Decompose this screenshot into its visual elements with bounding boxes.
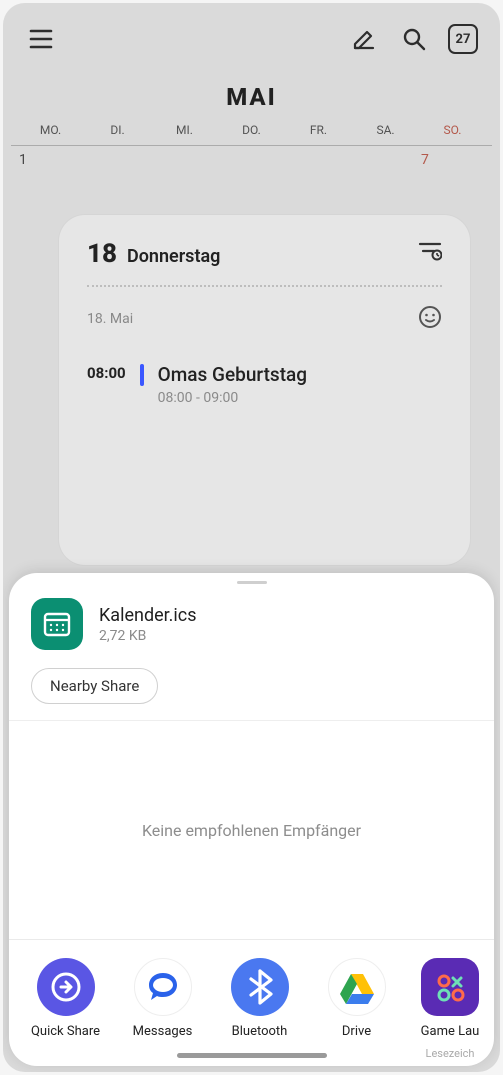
quick-share-icon [49,970,83,1004]
share-targets[interactable]: Quick Share Messages Bluetooth Drive [9,940,494,1066]
drag-handle[interactable] [237,581,267,584]
sticker-icon[interactable] [418,305,442,333]
day-name: Donnerstag [127,246,220,267]
event-marker [140,364,144,386]
share-sheet: Kalender.ics 2,72 KB Nearby Share Keine … [9,573,494,1066]
search-icon[interactable] [398,23,430,55]
event-time: 08:00 [87,363,126,382]
nearby-share-button[interactable]: Nearby Share [31,668,158,704]
messages-icon [143,967,183,1007]
day-number: 18 [87,239,117,269]
event-range: 08:00 - 09:00 [158,390,442,406]
file-size: 2,72 KB [99,628,197,644]
day-detail-card: 18 Donnerstag 18. Mai 08:00 Omas Geburts… [59,215,470,565]
file-name: Kalender.ics [99,605,197,626]
calendar-file-icon [31,598,83,650]
share-target-drive[interactable]: Drive [308,958,405,1060]
share-target-quickshare[interactable]: Quick Share [17,958,114,1060]
month-title: MAI [11,83,492,111]
no-recipients-label: Keine empfohlenen Empfänger [9,721,494,939]
event-title: Omas Geburtstag [158,363,442,386]
menu-icon[interactable] [25,23,57,55]
edit-icon[interactable] [348,23,380,55]
game-launcher-icon [433,970,467,1004]
home-indicator[interactable] [177,1053,327,1058]
today-badge: 27 [456,32,471,47]
today-button[interactable]: 27 [448,24,478,54]
share-target-messages[interactable]: Messages [114,958,211,1060]
share-target-gamelauncher[interactable]: Game Lau Lesezeich [405,958,494,1060]
day-date-label: 18. Mai [87,311,133,327]
share-target-bluetooth[interactable]: Bluetooth [211,958,308,1060]
filter-icon[interactable] [418,240,442,266]
event-item[interactable]: 08:00 Omas Geburtstag 08:00 - 09:00 [87,363,442,406]
bluetooth-icon [247,969,273,1005]
weekday-header: MO. DI. MI. DO. FR. SA. SO. [11,123,492,145]
drive-icon [338,970,376,1004]
